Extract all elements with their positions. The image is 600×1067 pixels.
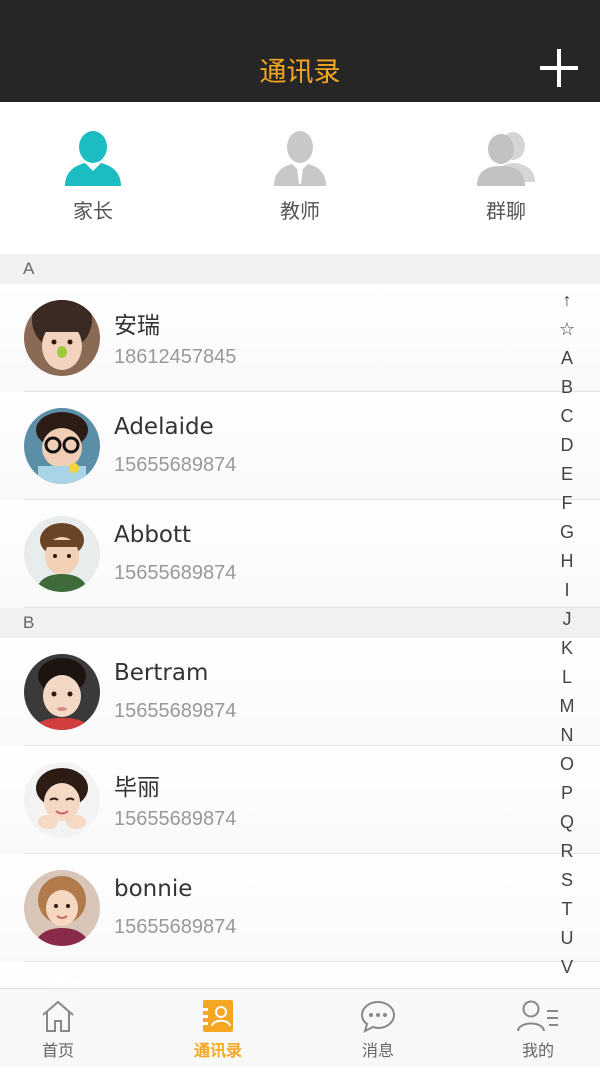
index-letter[interactable]: K	[552, 634, 582, 663]
contact-phone: 15655689874	[114, 454, 237, 476]
category-parents[interactable]: 家长	[33, 130, 153, 224]
contact-phone: 15655689874	[114, 700, 237, 722]
index-letter[interactable]: G	[552, 518, 582, 547]
alphabet-index-bar[interactable]: ↑☆ABCDEFGHIJKLMNOPQRSTUVW	[552, 286, 582, 988]
category-label: 群聊	[486, 199, 526, 223]
contact-phone: 15655689874	[114, 562, 237, 584]
index-letter[interactable]: ☆	[552, 315, 582, 344]
contact-row[interactable]: 安瑞 18612457845	[0, 284, 600, 392]
index-letter[interactable]: A	[552, 344, 582, 373]
index-letter[interactable]: L	[552, 663, 582, 692]
section-header-a: A	[0, 254, 600, 284]
category-group-chat[interactable]: 群聊	[446, 130, 566, 224]
contact-row[interactable]: bonnie 15655689874	[0, 854, 600, 962]
group-chat-icon	[477, 132, 535, 186]
index-letter[interactable]: M	[552, 692, 582, 721]
top-bar: 通讯录	[0, 0, 600, 102]
index-letter[interactable]: I	[552, 576, 582, 605]
category-label: 教师	[280, 199, 320, 223]
page-title: 通讯录	[259, 57, 341, 88]
section-header-b: B	[0, 608, 600, 638]
contact-list[interactable]: A 安瑞 18612457845 Adelaide 15655689874 Ab…	[0, 254, 600, 988]
bottom-tab-bar: 首页 通讯录 消息 我的	[0, 988, 600, 1067]
teacher-person-icon	[274, 131, 326, 186]
avatar	[24, 870, 100, 946]
index-letter[interactable]: P	[552, 779, 582, 808]
tab-label: 消息	[361, 1041, 394, 1060]
tab-profile[interactable]: 我的	[488, 999, 588, 1061]
contact-name: 毕丽	[114, 775, 160, 801]
contact-phone: 15655689874	[114, 916, 237, 938]
avatar	[24, 516, 100, 592]
category-teachers[interactable]: 教师	[240, 130, 360, 224]
row-divider	[24, 607, 600, 608]
index-letter[interactable]: N	[552, 721, 582, 750]
profile-icon	[517, 1000, 558, 1032]
contact-name: bonnie	[114, 876, 193, 902]
contact-name: Bertram	[114, 660, 209, 686]
index-letter[interactable]: R	[552, 837, 582, 866]
index-letter[interactable]: E	[552, 460, 582, 489]
index-letter[interactable]: U	[552, 924, 582, 953]
index-letter[interactable]: H	[552, 547, 582, 576]
home-icon	[42, 1000, 74, 1032]
index-letter[interactable]: Q	[552, 808, 582, 837]
index-letter[interactable]: C	[552, 402, 582, 431]
index-letter[interactable]: O	[552, 750, 582, 779]
category-label: 家长	[73, 199, 113, 223]
tab-contacts[interactable]: 通讯录	[168, 999, 268, 1061]
contact-row[interactable]: Adelaide 15655689874	[0, 392, 600, 500]
avatar	[24, 762, 100, 838]
index-letter[interactable]: V	[552, 953, 582, 982]
contact-phone: 15655689874	[114, 808, 237, 830]
contact-row[interactable]: Bertram 15655689874	[0, 638, 600, 746]
index-letter[interactable]: D	[552, 431, 582, 460]
contact-row[interactable]: 毕丽 15655689874	[0, 746, 600, 854]
category-selector: 家长 教师 群聊	[0, 102, 600, 254]
index-letter[interactable]: J	[552, 605, 582, 634]
index-letter[interactable]: ↑	[552, 286, 582, 315]
tab-label: 我的	[521, 1041, 554, 1060]
avatar	[24, 978, 100, 988]
tab-messages[interactable]: 消息	[328, 999, 428, 1061]
contact-phone: 18612457845	[114, 346, 237, 368]
tab-label: 通讯录	[193, 1041, 242, 1060]
parent-person-icon	[65, 131, 121, 186]
index-letter[interactable]: B	[552, 373, 582, 402]
message-icon	[360, 1000, 396, 1033]
avatar	[24, 654, 100, 730]
tab-label: 首页	[41, 1041, 74, 1060]
contact-row[interactable]	[0, 962, 600, 988]
contact-name: Abbott	[114, 522, 192, 548]
index-letter[interactable]: F	[552, 489, 582, 518]
contact-row[interactable]: Abbott 15655689874	[0, 500, 600, 608]
avatar	[24, 408, 100, 484]
contact-name: Adelaide	[114, 414, 214, 440]
contact-name: 安瑞	[114, 313, 160, 339]
contacts-icon	[201, 1000, 233, 1032]
index-letter[interactable]: S	[552, 866, 582, 895]
tab-home[interactable]: 首页	[8, 999, 108, 1061]
plus-icon[interactable]	[540, 49, 578, 87]
avatar	[24, 300, 100, 376]
index-letter[interactable]: T	[552, 895, 582, 924]
